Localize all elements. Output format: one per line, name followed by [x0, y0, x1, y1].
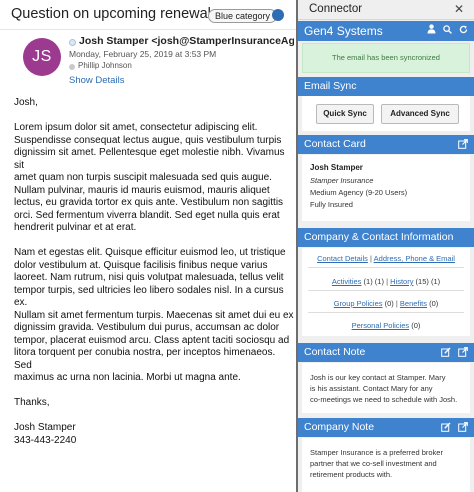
panel-titlebar: Connector ✕	[298, 0, 474, 20]
body-paragraph-1: Lorem ipsum dolor sit amet, consectetur …	[14, 122, 285, 233]
account-actions	[423, 24, 468, 37]
recipient-presence-icon	[69, 64, 75, 70]
company-note-box: Stamper Insurance is a preferred broker …	[302, 438, 470, 492]
details-row: Contact Details | Address, Phone & Email	[317, 254, 455, 263]
account-name: Gen4 Systems	[304, 24, 383, 38]
contact-card: Josh Stamper Stamper Insurance Medium Ag…	[302, 155, 470, 221]
subject-row: Question on upcoming renewal Blue catego…	[0, 0, 296, 30]
row-divider	[308, 312, 464, 313]
email-sync-header: Email Sync	[298, 77, 474, 96]
body-closing: Thanks,	[14, 397, 50, 408]
edit-icon[interactable]	[441, 347, 451, 360]
company-info-box: Contact Details | Address, Phone & Email…	[302, 248, 470, 336]
contact-note-label: Contact Note	[304, 346, 366, 358]
open-external-icon[interactable]	[458, 347, 468, 360]
sent-date: Monday, February 25, 2019 at 3:53 PM	[69, 49, 217, 59]
company-note-label: Company Note	[304, 421, 375, 433]
company-note-header: Company Note	[298, 418, 474, 437]
contact-note-actions	[437, 347, 468, 360]
account-bar: Gen4 Systems	[298, 21, 474, 41]
contact-note-header: Contact Note	[298, 343, 474, 362]
history-count: (15)	[415, 277, 429, 286]
row-divider	[308, 267, 464, 268]
email-reading-pane: Question on upcoming renewal Blue catego…	[0, 0, 296, 492]
signature-name: Josh Stamper	[14, 422, 76, 433]
personal-policies-row: Personal Policies (0)	[302, 321, 470, 330]
advanced-sync-button[interactable]: Advanced Sync	[381, 104, 459, 124]
contact-status: Fully Insured	[310, 200, 353, 209]
recipient-name[interactable]: Phillip Johnson	[78, 61, 132, 70]
edit-icon[interactable]	[441, 422, 451, 435]
email-sync-box: Quick Sync Advanced Sync	[302, 96, 470, 131]
address-phone-email-link[interactable]: Address, Phone & Email	[374, 254, 455, 263]
email-subject: Question on upcoming renewal	[11, 6, 211, 22]
contact-note-box: Josh is our key contact at Stamper. Mary…	[302, 363, 470, 413]
contact-company: Stamper Insurance	[310, 176, 374, 185]
connector-panel: Connector ✕ Gen4 Systems The email has b…	[298, 0, 474, 492]
contact-card-label: Contact Card	[304, 138, 366, 150]
show-details-link[interactable]: Show Details	[69, 75, 124, 86]
email-sync-label: Email Sync	[304, 80, 357, 92]
email-body: Josh, Lorem ipsum dolor sit amet, consec…	[14, 97, 294, 460]
group-policies-count: (0)	[384, 299, 394, 308]
refresh-icon[interactable]	[459, 25, 468, 37]
company-note-text: Stamper Insurance is a preferred broker …	[310, 448, 443, 479]
activities-new-count: (1)	[374, 277, 384, 286]
sender-name[interactable]: Josh Stamper <josh@StamperInsuranceAge..…	[79, 35, 294, 47]
personal-policies-link[interactable]: Personal Policies	[352, 321, 410, 330]
personal-policies-count: (0)	[411, 321, 421, 330]
add-contact-icon[interactable]	[427, 24, 436, 37]
activities-history-row: Activities (1) (1) | History (15) (1)	[331, 277, 441, 286]
policies-row: Group Policies (0) | Benefits (0)	[333, 299, 439, 308]
contact-note-text: Josh is our key contact at Stamper. Mary…	[310, 373, 458, 404]
category-badge[interactable]: Blue category	[208, 9, 278, 23]
sync-success-message: The email has been syncronized	[302, 43, 470, 73]
contact-company-size: Medium Agency (9-20 Users)	[310, 188, 408, 197]
history-new-count: (1)	[430, 277, 441, 286]
close-icon[interactable]: ✕	[454, 2, 464, 16]
body-paragraph-2: Nam et egestas elit. Quisque efficitur e…	[14, 247, 294, 383]
company-info-header: Company & Contact Information	[298, 228, 474, 247]
contact-details-link[interactable]: Contact Details	[317, 254, 368, 263]
open-external-icon[interactable]	[458, 422, 468, 435]
row-divider	[308, 290, 464, 291]
company-note-actions	[437, 422, 468, 435]
panel-title: Connector	[309, 3, 363, 15]
category-color-dot	[272, 9, 284, 21]
body-greeting: Josh,	[14, 97, 38, 108]
search-icon[interactable]	[443, 25, 453, 37]
benefits-count: (0)	[429, 299, 439, 308]
quick-sync-button[interactable]: Quick Sync	[316, 104, 374, 124]
benefits-link[interactable]: Benefits	[400, 299, 427, 308]
open-external-icon[interactable]	[458, 139, 468, 152]
email-header: JS Josh Stamper <josh@StamperInsuranceAg…	[0, 30, 296, 92]
activities-count: (1)	[363, 277, 373, 286]
contact-name[interactable]: Josh Stamper	[310, 163, 363, 172]
group-policies-link[interactable]: Group Policies	[334, 299, 383, 308]
company-info-label: Company & Contact Information	[304, 231, 454, 243]
signature-phone: 343-443-2240	[14, 434, 77, 446]
activities-link[interactable]: Activities	[332, 277, 362, 286]
avatar[interactable]: JS	[23, 38, 61, 76]
history-link[interactable]: History	[390, 277, 413, 286]
contact-card-header[interactable]: Contact Card	[298, 135, 474, 154]
presence-icon	[69, 39, 76, 46]
